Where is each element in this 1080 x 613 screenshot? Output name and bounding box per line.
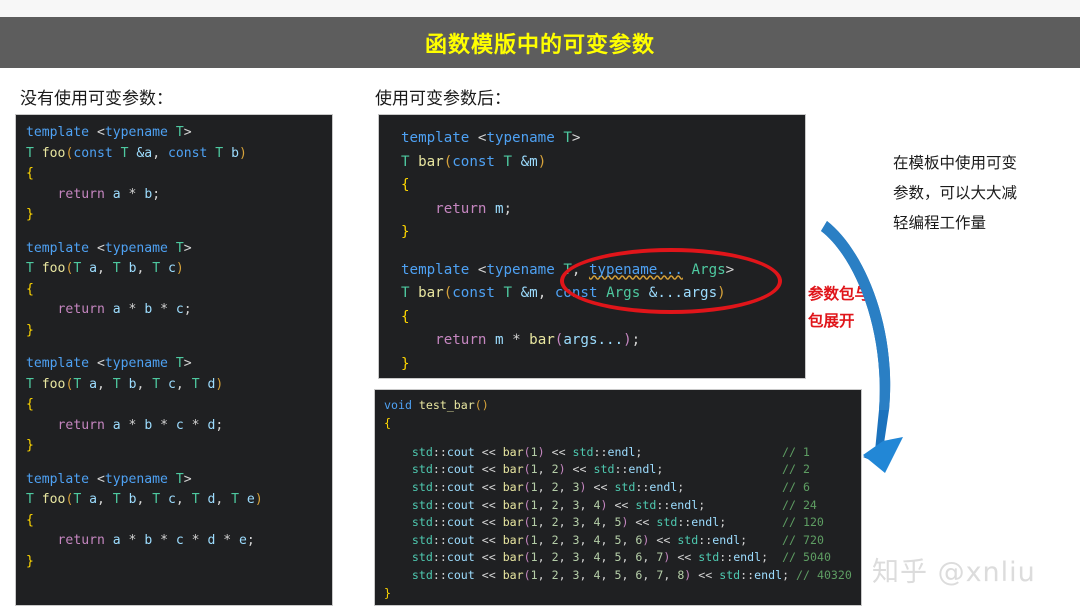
code-line: { bbox=[26, 166, 34, 181]
code-line: return m * bar(args...); bbox=[435, 332, 641, 349]
code-line: T bar(const T &m) bbox=[401, 153, 547, 170]
code-line: } bbox=[26, 207, 34, 222]
annotation-line: 包展开 bbox=[808, 312, 855, 330]
code-line: { bbox=[401, 177, 410, 193]
code-line: return a * b * c * d; bbox=[57, 417, 224, 433]
code-line: { bbox=[26, 397, 34, 413]
code-line: { bbox=[26, 512, 34, 528]
code-line: return a * b; bbox=[57, 186, 161, 202]
code-line: T bar(const T &m, const Args &...args) bbox=[401, 285, 726, 302]
code-line: } bbox=[26, 322, 34, 338]
code-line: template <typename T> bbox=[26, 356, 192, 372]
code-line: { bbox=[384, 415, 391, 430]
annotation-line: 轻编程工作量 bbox=[893, 214, 987, 232]
code-line: T foo(T a, T b, T c, T d, T e) bbox=[26, 492, 263, 508]
slide-title-bar: 函数模版中的可变参数 bbox=[0, 17, 1080, 68]
code-line: template <typename T> bbox=[26, 125, 192, 140]
code-line: } bbox=[401, 355, 410, 372]
code-line: return m; bbox=[435, 200, 513, 217]
code-line: template <typename T> bbox=[26, 240, 192, 256]
code-line: std::cout << bar(1, 2, 3, 4, 5, 6) << st… bbox=[411, 532, 824, 547]
code-line: std::cout << bar(1, 2, 3, 4) << std::end… bbox=[411, 497, 817, 512]
code-line: template <typename T> bbox=[401, 130, 581, 146]
annotation-line: 参数，可以大大减 bbox=[893, 184, 1018, 202]
annotation-note-right: 在模板中使用可变 参数，可以大大减 轻编程工作量 bbox=[893, 148, 1073, 238]
code-line: return a * b * c * d * e; bbox=[57, 533, 255, 549]
code-block-with-variadic: template <typename T> T bar(const T &m) … bbox=[378, 114, 806, 379]
code-line: std::cout << bar(1, 2) << std::endl; // … bbox=[411, 462, 810, 477]
code-line: T foo(T a, T b, T c) bbox=[26, 261, 184, 277]
watermark: 知乎 @xnliu bbox=[872, 557, 1036, 588]
top-white-strip bbox=[0, 0, 1080, 17]
code-line: std::cout << bar(1, 2, 3) << std::endl; … bbox=[411, 479, 810, 494]
code-line: { bbox=[401, 308, 410, 325]
annotation-line: 在模板中使用可变 bbox=[893, 154, 1018, 172]
code-line: std::cout << bar(1, 2, 3, 4, 5, 6, 7) <<… bbox=[411, 550, 831, 565]
code-line: template <typename T, typename... Args> bbox=[401, 261, 735, 278]
code-line: } bbox=[26, 438, 34, 454]
code-line: T foo(const T &a, const T b) bbox=[26, 145, 247, 161]
annotation-note-red: 参数包与 包展开 bbox=[808, 281, 870, 335]
code-line: std::cout << bar(1) << std::endl; // 1 bbox=[411, 444, 810, 459]
page-title: 函数模版中的可变参数 bbox=[424, 32, 655, 58]
code-block-without-variadic: template <typename T> T foo(const T &a, … bbox=[15, 114, 333, 606]
code-line: template <typename T> bbox=[26, 471, 192, 487]
code-line: void test_bar() bbox=[384, 398, 489, 412]
code-line: } bbox=[384, 585, 391, 600]
code-line: } bbox=[401, 224, 410, 240]
heading-left: 没有使用可变参数： bbox=[20, 89, 173, 109]
code-line: std::cout << bar(1, 2, 3, 4, 5, 6, 7, 8)… bbox=[411, 567, 852, 582]
code-line: } bbox=[26, 553, 34, 569]
heading-right: 使用可变参数后： bbox=[375, 89, 511, 109]
code-line: std::cout << bar(1, 2, 3, 4, 5) << std::… bbox=[411, 515, 824, 530]
annotation-line: 参数包与 bbox=[808, 285, 871, 303]
code-line: return a * b * c; bbox=[57, 302, 192, 318]
code-line: T foo(T a, T b, T c, T d) bbox=[26, 376, 224, 392]
code-line: { bbox=[26, 281, 34, 297]
code-block-test-bar: void test_bar() { std::cout << bar(1) <<… bbox=[374, 389, 862, 606]
